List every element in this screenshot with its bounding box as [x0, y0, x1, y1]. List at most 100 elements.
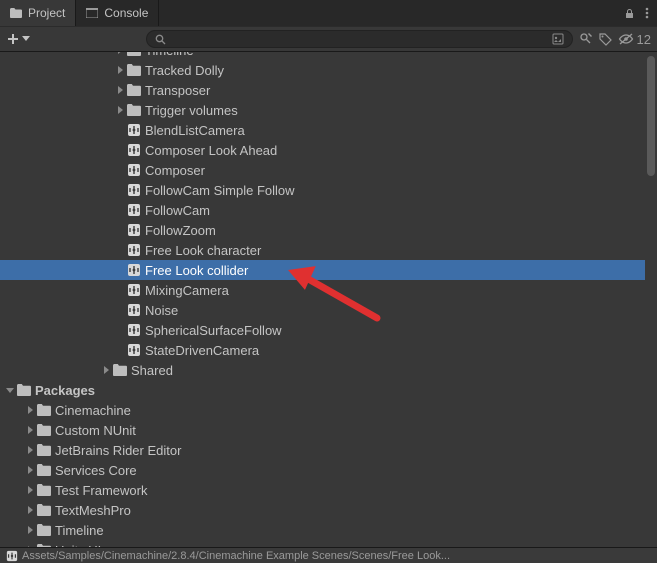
tree-item-label: MixingCamera: [145, 283, 229, 298]
scene-icon: [127, 343, 141, 357]
scene-icon: [127, 143, 141, 157]
scene-icon: [127, 303, 141, 317]
tree-item-label: Noise: [145, 303, 178, 318]
scene-icon: [127, 183, 141, 197]
create-button[interactable]: [6, 32, 30, 46]
tree-row[interactable]: Test Framework: [0, 480, 645, 500]
scene-icon: [127, 163, 141, 177]
tree-item-label: Composer: [145, 163, 205, 178]
folder-icon: [127, 52, 141, 57]
project-tree[interactable]: Timeline Tracked Dolly Transposer Trigger v…: [0, 52, 645, 547]
chevron-right-icon[interactable]: [114, 84, 126, 96]
chevron-right-icon[interactable]: [24, 504, 36, 516]
tab-label: Console: [104, 6, 148, 20]
tree-item-label: Timeline: [145, 52, 194, 58]
tag-icon[interactable]: [599, 33, 612, 46]
folder-icon: [37, 463, 51, 477]
tree-item-label: FollowZoom: [145, 223, 216, 238]
console-icon: [86, 7, 98, 19]
tree-item-label: SphericalSurfaceFollow: [145, 323, 282, 338]
tree-item-label: FollowCam Simple Follow: [145, 183, 295, 198]
folder-icon: [10, 7, 22, 19]
footer-path-text: Assets/Samples/Cinemachine/2.8.4/Cinemac…: [22, 550, 450, 562]
tree-row[interactable]: Custom NUnit: [0, 420, 645, 440]
tree-item-label: Custom NUnit: [55, 423, 136, 438]
chevron-right-icon[interactable]: [114, 104, 126, 116]
chevron-down-icon[interactable]: [4, 384, 16, 396]
tree-item-label: Shared: [131, 363, 173, 378]
tab-project[interactable]: Project: [0, 0, 76, 26]
folder-icon: [127, 83, 141, 97]
tree-row[interactable]: FollowCam Simple Follow: [0, 180, 645, 200]
footer-path-bar: Assets/Samples/Cinemachine/2.8.4/Cinemac…: [0, 547, 657, 563]
tree-item-label: JetBrains Rider Editor: [55, 443, 181, 458]
chevron-right-icon[interactable]: [114, 52, 126, 56]
tree-item-label: Timeline: [55, 523, 104, 538]
search-input[interactable]: [146, 30, 573, 48]
chevron-right-icon[interactable]: [24, 524, 36, 536]
scene-icon: [127, 283, 141, 297]
search-by-label-icon[interactable]: [579, 32, 593, 46]
folder-icon: [113, 363, 127, 377]
tree-row[interactable]: SphericalSurfaceFollow: [0, 320, 645, 340]
search-field[interactable]: [166, 33, 552, 45]
scene-icon: [127, 203, 141, 217]
tree-row[interactable]: Noise: [0, 300, 645, 320]
tree-row[interactable]: Trigger volumes: [0, 100, 645, 120]
tree-row[interactable]: StateDrivenCamera: [0, 340, 645, 360]
tree-row[interactable]: Cinemachine: [0, 400, 645, 420]
scrollbar[interactable]: [645, 52, 657, 547]
tree-row[interactable]: Shared: [0, 360, 645, 380]
tree-item-label: Free Look collider: [145, 263, 248, 278]
scene-icon: [6, 550, 18, 562]
tree-item-label: FollowCam: [145, 203, 210, 218]
tree-row[interactable]: Composer: [0, 160, 645, 180]
tree-row[interactable]: BlendListCamera: [0, 120, 645, 140]
chevron-right-icon[interactable]: [24, 444, 36, 456]
tree-row[interactable]: TextMeshPro: [0, 500, 645, 520]
tree-row[interactable]: Timeline: [0, 520, 645, 540]
tree-row[interactable]: Packages: [0, 380, 645, 400]
chevron-right-icon[interactable]: [24, 484, 36, 496]
lock-icon[interactable]: [624, 8, 635, 19]
scrollbar-thumb[interactable]: [647, 56, 655, 176]
tree-row[interactable]: Unity UI: [0, 540, 645, 547]
folder-icon: [37, 523, 51, 537]
tab-console[interactable]: Console: [76, 0, 159, 26]
tree-item-label: Transposer: [145, 83, 210, 98]
tree-row[interactable]: Tracked Dolly: [0, 60, 645, 80]
tree-row[interactable]: JetBrains Rider Editor: [0, 440, 645, 460]
search-by-type-icon[interactable]: [552, 33, 564, 45]
tree-row[interactable]: Free Look character: [0, 240, 645, 260]
scene-icon: [127, 263, 141, 277]
folder-icon: [127, 103, 141, 117]
chevron-right-icon[interactable]: [114, 64, 126, 76]
chevron-right-icon[interactable]: [24, 424, 36, 436]
tree-row[interactable]: FollowZoom: [0, 220, 645, 240]
chevron-right-icon[interactable]: [24, 404, 36, 416]
kebab-menu-icon[interactable]: [645, 7, 649, 19]
folder-icon: [37, 403, 51, 417]
hidden-toggle[interactable]: 12: [618, 32, 651, 47]
tree-row[interactable]: Timeline: [0, 52, 645, 60]
folder-icon: [127, 63, 141, 77]
tree-item-label: Test Framework: [55, 483, 147, 498]
folder-icon: [17, 383, 31, 397]
tree-row[interactable]: Composer Look Ahead: [0, 140, 645, 160]
tree-row[interactable]: FollowCam: [0, 200, 645, 220]
scene-icon: [127, 323, 141, 337]
tree-item-label: Free Look character: [145, 243, 261, 258]
tree-item-label: Trigger volumes: [145, 103, 238, 118]
chevron-right-icon[interactable]: [24, 464, 36, 476]
folder-icon: [37, 423, 51, 437]
tab-label: Project: [28, 6, 65, 20]
tree-row[interactable]: Transposer: [0, 80, 645, 100]
tree-row[interactable]: Free Look collider: [0, 260, 645, 280]
chevron-right-icon[interactable]: [100, 364, 112, 376]
hidden-count: 12: [637, 32, 651, 47]
scene-icon: [127, 223, 141, 237]
tree-row[interactable]: MixingCamera: [0, 280, 645, 300]
tree-item-label: Services Core: [55, 463, 137, 478]
folder-icon: [37, 503, 51, 517]
tree-row[interactable]: Services Core: [0, 460, 645, 480]
